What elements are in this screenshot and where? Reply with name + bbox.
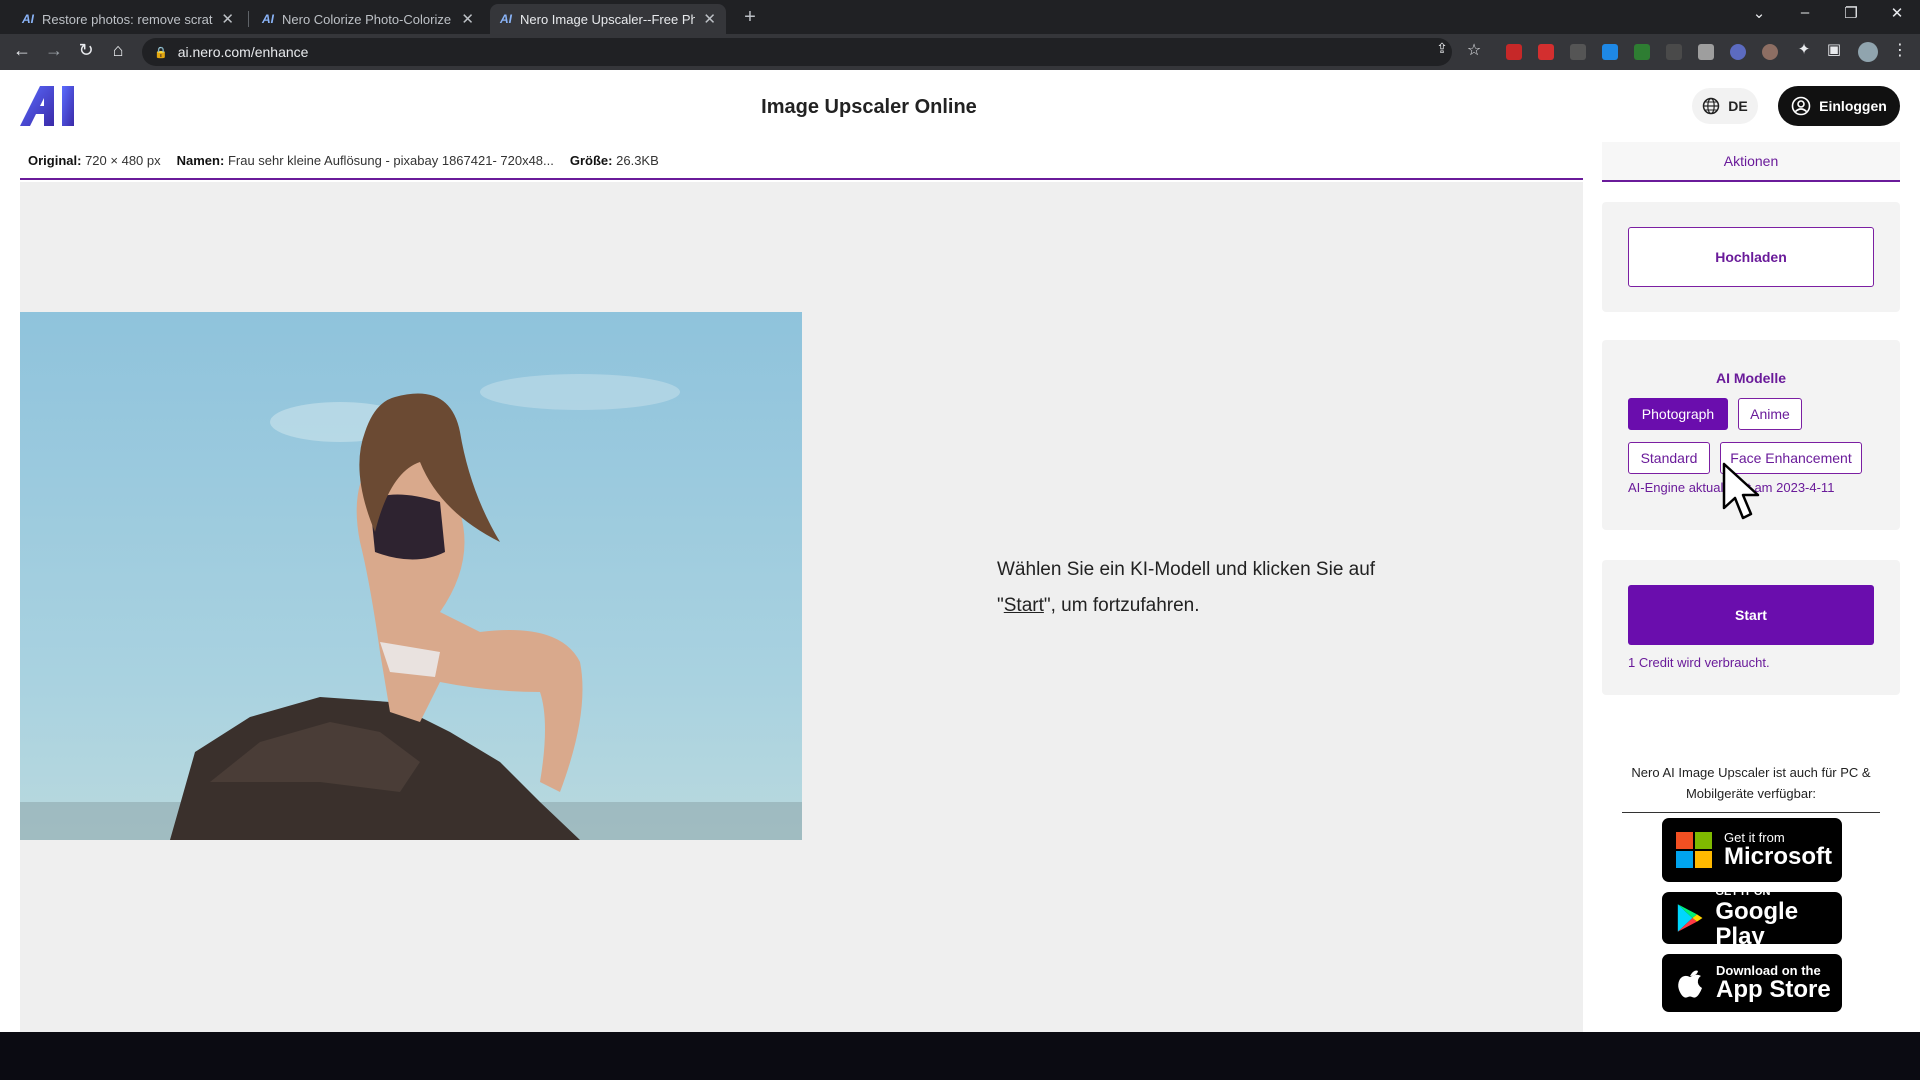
language-code: DE (1728, 98, 1748, 114)
availability-text: Nero AI Image Upscaler ist auch für PC &… (1622, 762, 1880, 813)
login-label: Einloggen (1819, 98, 1887, 114)
back-arrow-icon[interactable]: ← (10, 40, 34, 61)
app-store-badge[interactable]: Download on the App Store (1662, 954, 1842, 1012)
extensions-puzzle-icon[interactable]: ✦ (1792, 40, 1816, 58)
uploaded-photo (20, 312, 802, 840)
nero-favicon-icon: AI (500, 12, 512, 26)
page: Image Upscaler Online DE Einloggen Origi… (0, 70, 1920, 1080)
browser-tab-upscaler[interactable]: AI Nero Image Upscaler--Free Photo ✕ (490, 4, 726, 34)
close-icon[interactable]: ✕ (703, 10, 716, 28)
original-info: Original: 720 × 480 px (28, 152, 161, 168)
url-text: ai.nero.com/enhance (177, 44, 309, 60)
extension-red-icon[interactable] (1538, 44, 1554, 60)
close-icon[interactable]: ✕ (221, 10, 234, 28)
login-button[interactable]: Einloggen (1778, 86, 1900, 126)
browser-tab-restore[interactable]: AI Restore photos: remove scratche ✕ (12, 4, 244, 34)
address-bar[interactable]: 🔒 ai.nero.com/enhance (142, 38, 1452, 66)
adblock-extension-icon[interactable] (1506, 44, 1522, 60)
camera-extension-icon[interactable] (1698, 44, 1714, 60)
start-link[interactable]: Start (1004, 595, 1044, 616)
close-icon[interactable]: ✕ (461, 10, 474, 28)
name-info: Namen: Frau sehr kleine Auflösung - pixa… (176, 152, 554, 168)
instruction-text: Wählen Sie ein KI-Modell und klicken Sie… (997, 559, 1376, 616)
browser-toolbar: ← → ↻ ⌂ 🔒 ai.nero.com/enhance ⇪ ☆ ✦ ▣ ⋮ (0, 34, 1920, 70)
extension-brown-icon[interactable] (1762, 44, 1778, 60)
start-button[interactable]: Start (1628, 585, 1874, 645)
extension-globe-icon[interactable] (1730, 44, 1746, 60)
tab-search-chevron-icon[interactable]: ⌄ (1744, 4, 1774, 22)
tab-title: Restore photos: remove scratche (42, 11, 213, 27)
tab-separator (248, 11, 249, 27)
bookmark-star-icon[interactable]: ☆ (1462, 40, 1486, 60)
menu-dots-icon[interactable]: ⋮ (1888, 40, 1912, 60)
model-standard-button[interactable]: Standard (1628, 442, 1710, 474)
extension-blue-icon[interactable] (1602, 44, 1618, 60)
credit-note: 1 Credit wird verbraucht. (1628, 655, 1770, 670)
profile-avatar[interactable] (1858, 42, 1878, 62)
forward-arrow-icon[interactable]: → (42, 40, 66, 61)
tab-title: Nero Colorize Photo-Colorize Yo (282, 11, 454, 27)
page-title: Image Upscaler Online (761, 96, 977, 118)
tab-actions[interactable]: Aktionen (1602, 142, 1900, 182)
size-info: Größe: 26.3KB (569, 152, 659, 168)
google-play-icon (1677, 904, 1703, 932)
side-panel-icon[interactable]: ▣ (1822, 40, 1846, 58)
home-icon[interactable]: ⌂ (106, 40, 130, 61)
lock-icon: 🔒 (154, 46, 168, 59)
share-icon[interactable]: ⇪ (1430, 40, 1454, 57)
apple-logo-icon (1678, 970, 1702, 998)
upload-button[interactable]: Hochladen (1628, 227, 1874, 287)
extension-gray-icon[interactable] (1570, 44, 1586, 60)
google-play-badge[interactable]: GET IT ON Google Play (1662, 886, 1842, 949)
microsoft-store-badge[interactable]: Get it from Microsoft (1662, 818, 1842, 882)
maximize-icon[interactable]: ❐ (1836, 4, 1866, 22)
model-anime-button[interactable]: Anime (1738, 398, 1802, 430)
ai-models-title: AI Modelle (1715, 370, 1786, 386)
model-photograph-button[interactable]: Photograph (1628, 398, 1728, 430)
image-info-bar: Original: 720 × 480 px Namen: Frau sehr … (20, 142, 1583, 180)
nero-favicon-icon: AI (22, 12, 34, 26)
download-extension-icon[interactable] (1634, 44, 1650, 60)
minimize-icon[interactable]: – (1790, 4, 1820, 21)
browser-tab-colorize[interactable]: AI Nero Colorize Photo-Colorize Yo ✕ (252, 4, 484, 34)
language-switcher[interactable]: DE (1692, 88, 1758, 124)
reload-icon[interactable]: ↻ (74, 40, 98, 61)
mouse-pointer-icon (1722, 462, 1760, 520)
upload-card: Hochladen (1602, 202, 1900, 312)
microsoft-logo-icon (1676, 832, 1712, 868)
start-card: Start 1 Credit wird verbraucht. (1602, 560, 1900, 695)
bottom-strip (0, 1032, 1920, 1080)
new-tab-icon[interactable]: + (738, 6, 762, 29)
tab-title: Nero Image Upscaler--Free Photo (520, 11, 696, 27)
user-circle-icon (1791, 96, 1811, 116)
nero-favicon-icon: AI (262, 12, 274, 26)
image-canvas: Wählen Sie ein KI-Modell und klicken Sie… (20, 182, 1583, 1080)
extension-dark-icon[interactable] (1666, 44, 1682, 60)
globe-icon (1703, 97, 1720, 115)
browser-tabbar: AI Restore photos: remove scratche ✕ AI … (0, 0, 1920, 34)
window-close-icon[interactable]: ✕ (1882, 4, 1912, 22)
